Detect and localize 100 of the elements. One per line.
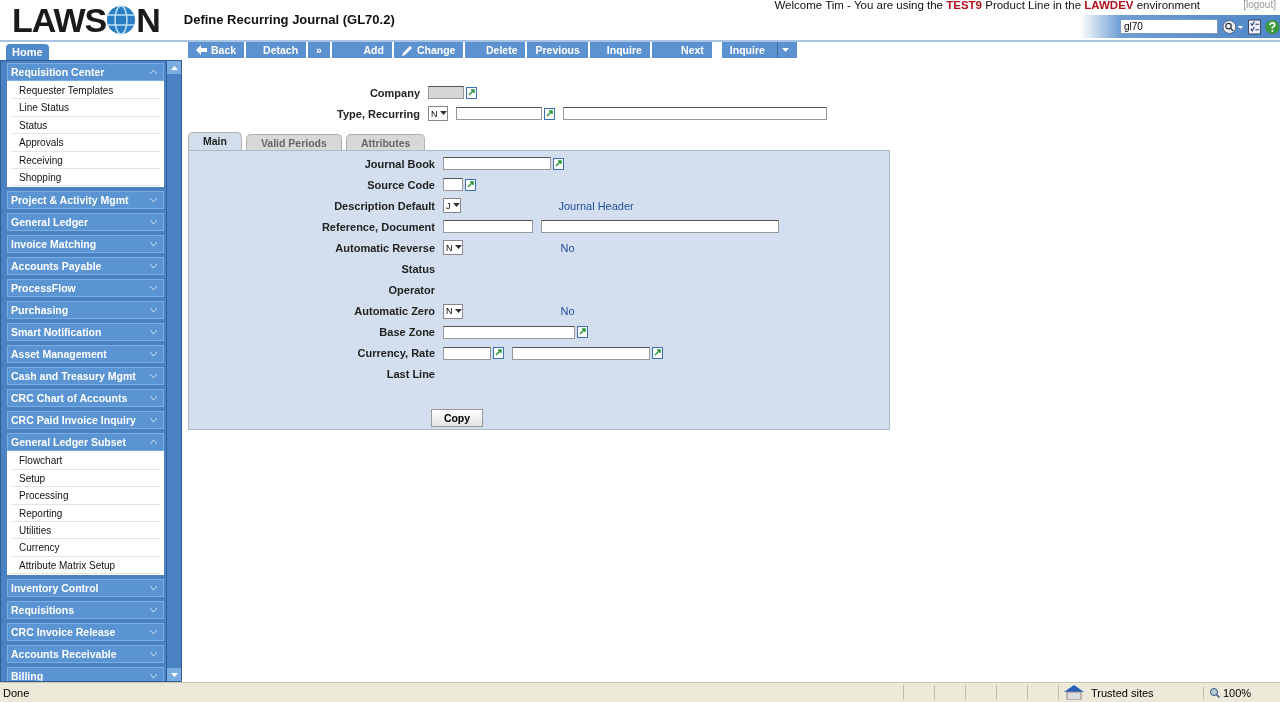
- field-label: Currency, Rate: [356, 347, 435, 360]
- input-field[interactable]: [512, 346, 650, 360]
- chevron-down-icon: [150, 418, 157, 423]
- logout-link[interactable]: [logout]: [1243, 0, 1276, 10]
- menu-item[interactable]: Processing: [11, 487, 160, 505]
- menu-group-header[interactable]: CRC Paid Invoice Inquiry: [7, 411, 164, 430]
- menu-group-header[interactable]: Asset Management: [7, 345, 164, 364]
- menu-group-header[interactable]: ProcessFlow: [7, 279, 164, 298]
- menu-item[interactable]: Requester Templates: [11, 82, 160, 100]
- menu-group-header[interactable]: Requisition Center: [7, 63, 164, 81]
- select-field[interactable]: N: [428, 106, 448, 121]
- toolbar-button[interactable]: Inquire: [589, 42, 650, 58]
- lookup-icon[interactable]: [553, 157, 564, 170]
- home-tab[interactable]: Home: [6, 44, 49, 60]
- field-label: Journal Book: [363, 157, 435, 170]
- welcome-message: Welcome Tim - You are using the TEST9 Product Line in the LAWDEV environment: [774, 0, 1200, 11]
- search-icon[interactable]: [1222, 18, 1245, 35]
- chevron-down-icon: [150, 630, 157, 635]
- arrow-left-icon: [196, 45, 207, 55]
- field-label: Last Line: [385, 368, 435, 381]
- chevron-down-icon: [150, 242, 157, 247]
- checklist-icon[interactable]: [1248, 18, 1262, 35]
- menu-item[interactable]: Setup: [11, 469, 160, 488]
- menu-group-header[interactable]: Purchasing: [7, 301, 164, 320]
- chevron-down-icon: [150, 286, 157, 291]
- field-label: Description Default: [333, 199, 435, 212]
- zoom-icon: [1210, 687, 1220, 698]
- lookup-icon[interactable]: [493, 347, 504, 360]
- select-field[interactable]: J: [443, 198, 461, 214]
- menu-item[interactable]: Attribute Matrix Setup: [11, 556, 160, 575]
- tab[interactable]: Attributes: [345, 134, 426, 150]
- lookup-icon[interactable]: [543, 107, 555, 120]
- input-field[interactable]: [455, 107, 542, 120]
- chevron-up-icon: [150, 70, 157, 74]
- menu-item[interactable]: Utilities: [11, 521, 160, 540]
- field-description: No: [560, 241, 575, 254]
- caret-icon: [439, 111, 447, 116]
- toolbar-button[interactable]: Next: [651, 42, 712, 58]
- menu-group-header[interactable]: CRC Invoice Release: [7, 623, 164, 642]
- toolbar-button[interactable]: Delete: [465, 42, 526, 58]
- input-field[interactable]: [443, 178, 463, 192]
- menu-group-header[interactable]: Project & Activity Mgmt: [7, 191, 164, 210]
- menu-item[interactable]: Currency: [11, 539, 160, 557]
- chevron-down-icon: [150, 220, 157, 225]
- menu-item[interactable]: Line Status: [11, 99, 160, 117]
- chevron-down-icon: [150, 198, 157, 203]
- menu-group-header[interactable]: Requisitions: [7, 601, 164, 620]
- menu-item[interactable]: Approvals: [11, 134, 160, 152]
- field-label: Type, Recurring: [336, 107, 420, 120]
- toolbar-button[interactable]: »: [308, 42, 330, 58]
- menu-group-header[interactable]: Smart Notification: [7, 323, 164, 342]
- input-field[interactable]: [541, 220, 779, 234]
- lookup-icon[interactable]: [652, 347, 663, 360]
- toolbar-button[interactable]: Previous: [527, 42, 588, 58]
- copy-button[interactable]: Copy: [431, 409, 483, 428]
- toolbar-button[interactable]: Detach: [246, 42, 307, 58]
- toolbar-button[interactable]: Add: [331, 42, 392, 58]
- menu-group-header[interactable]: CRC Chart of Accounts: [7, 389, 164, 408]
- menu-group-header[interactable]: Invoice Matching: [7, 235, 164, 254]
- menu-group-header[interactable]: General Ledger Subset: [7, 433, 164, 452]
- lookup-icon[interactable]: [466, 86, 477, 99]
- menu-item[interactable]: Shopping: [11, 168, 160, 187]
- field-description: No: [560, 305, 575, 318]
- security-zone: Trusted sites: [1091, 686, 1154, 699]
- input-field[interactable]: [443, 346, 491, 360]
- input-field[interactable]: [443, 220, 533, 234]
- toolbar-button[interactable]: Inquire: [721, 42, 797, 58]
- globe-icon: [106, 5, 137, 35]
- input-field[interactable]: [443, 157, 551, 171]
- search-field[interactable]: gl70: [1120, 19, 1218, 34]
- pencil-icon: [401, 44, 413, 56]
- help-icon[interactable]: [1265, 18, 1280, 35]
- select-field[interactable]: N: [443, 240, 463, 256]
- input-field[interactable]: [443, 325, 575, 339]
- chevron-down-icon: [150, 652, 157, 657]
- menu-group-header[interactable]: Accounts Payable: [7, 257, 164, 276]
- menu-group-header[interactable]: General Ledger: [7, 213, 164, 232]
- field-label: Base Zone: [378, 326, 435, 339]
- caret-icon: [454, 245, 462, 251]
- menu-item[interactable]: Status: [11, 116, 160, 135]
- chevron-down-icon: [150, 396, 157, 401]
- menu-group-header[interactable]: Inventory Control: [7, 579, 164, 598]
- tab[interactable]: Valid Periods: [245, 134, 342, 150]
- menu-item[interactable]: Reporting: [11, 504, 160, 522]
- menu-group-header[interactable]: Cash and Treasury Mgmt: [7, 367, 164, 386]
- caret-icon: [781, 47, 789, 53]
- caret-icon: [454, 308, 462, 314]
- chevron-down-icon: [150, 330, 157, 335]
- select-field[interactable]: N: [443, 303, 463, 319]
- toolbar-button[interactable]: Change: [393, 42, 464, 58]
- menu-group-header[interactable]: Accounts Receivable: [7, 645, 164, 664]
- tab[interactable]: Main: [188, 132, 242, 150]
- back-button[interactable]: Back: [188, 42, 245, 58]
- zoom-level[interactable]: 100%: [1203, 686, 1280, 699]
- chevron-down-icon: [150, 264, 157, 269]
- menu-item[interactable]: Flowchart: [11, 452, 160, 470]
- menu-item[interactable]: Receiving: [11, 151, 160, 169]
- input-field[interactable]: [562, 107, 827, 120]
- lookup-icon[interactable]: [577, 326, 588, 339]
- lookup-icon[interactable]: [465, 178, 476, 191]
